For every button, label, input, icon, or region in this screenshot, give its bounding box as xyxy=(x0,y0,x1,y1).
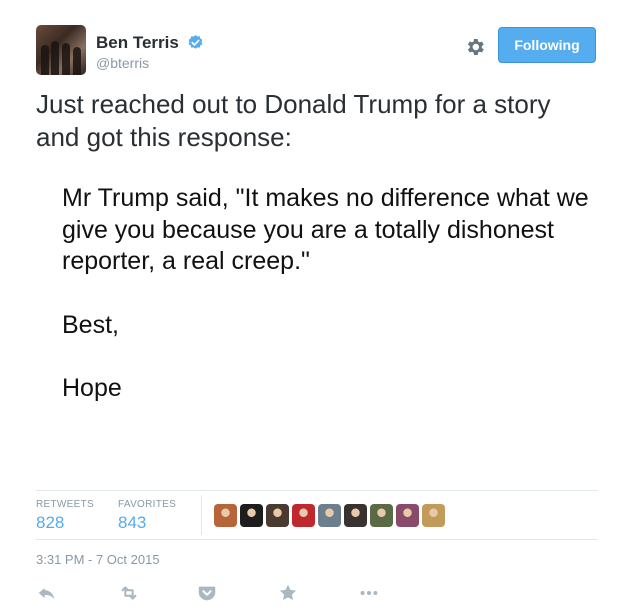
user-handle[interactable]: @bterris xyxy=(96,55,149,71)
favorite-icon[interactable] xyxy=(277,582,299,604)
tweet-header: Ben Terris @bterris Following xyxy=(36,25,596,77)
favorites-label: FAVORITES xyxy=(118,499,177,510)
more-icon[interactable] xyxy=(358,582,380,604)
favoriter-avatar[interactable] xyxy=(344,504,367,527)
favoriter-avatar[interactable] xyxy=(214,504,237,527)
tweet-timestamp[interactable]: 3:31 PM - 7 Oct 2015 xyxy=(36,552,160,567)
retweets-count[interactable]: 828 xyxy=(36,513,94,533)
tweet-text: Just reached out to Donald Trump for a s… xyxy=(36,89,551,152)
favoriter-avatar[interactable] xyxy=(422,504,445,527)
following-button[interactable]: Following xyxy=(498,27,596,63)
favoriter-avatar[interactable] xyxy=(396,504,419,527)
retweets-label: RETWEETS xyxy=(36,499,94,510)
tweet-stats: RETWEETS 828 FAVORITES 843 xyxy=(36,490,598,540)
profile-avatar[interactable] xyxy=(36,25,86,75)
favoriter-avatar[interactable] xyxy=(240,504,263,527)
favoriter-avatar[interactable] xyxy=(266,504,289,527)
favoriter-avatar[interactable] xyxy=(292,504,315,527)
stats-divider xyxy=(201,495,202,535)
tweet-actions xyxy=(36,582,436,606)
gear-icon[interactable] xyxy=(464,36,486,58)
user-name[interactable]: Ben Terris xyxy=(96,33,179,53)
favorites-count[interactable]: 843 xyxy=(118,513,176,533)
favoriter-avatar[interactable] xyxy=(370,504,393,527)
quote-signature: Hope xyxy=(62,374,122,402)
pocket-icon[interactable] xyxy=(196,582,218,604)
retweet-icon[interactable] xyxy=(118,582,140,604)
favoriter-avatars xyxy=(214,504,445,528)
verified-badge-icon xyxy=(188,35,203,49)
favoriter-avatar[interactable] xyxy=(318,504,341,527)
tweet-quoted-response: Mr Trump said, "It makes no difference w… xyxy=(62,183,592,405)
reply-icon[interactable] xyxy=(36,582,58,604)
quote-body: Mr Trump said, "It makes no difference w… xyxy=(62,184,589,275)
retweets-stat[interactable]: RETWEETS 828 xyxy=(36,499,94,533)
quote-signoff: Best, xyxy=(62,310,119,339)
favorites-stat[interactable]: FAVORITES 843 xyxy=(118,499,176,533)
